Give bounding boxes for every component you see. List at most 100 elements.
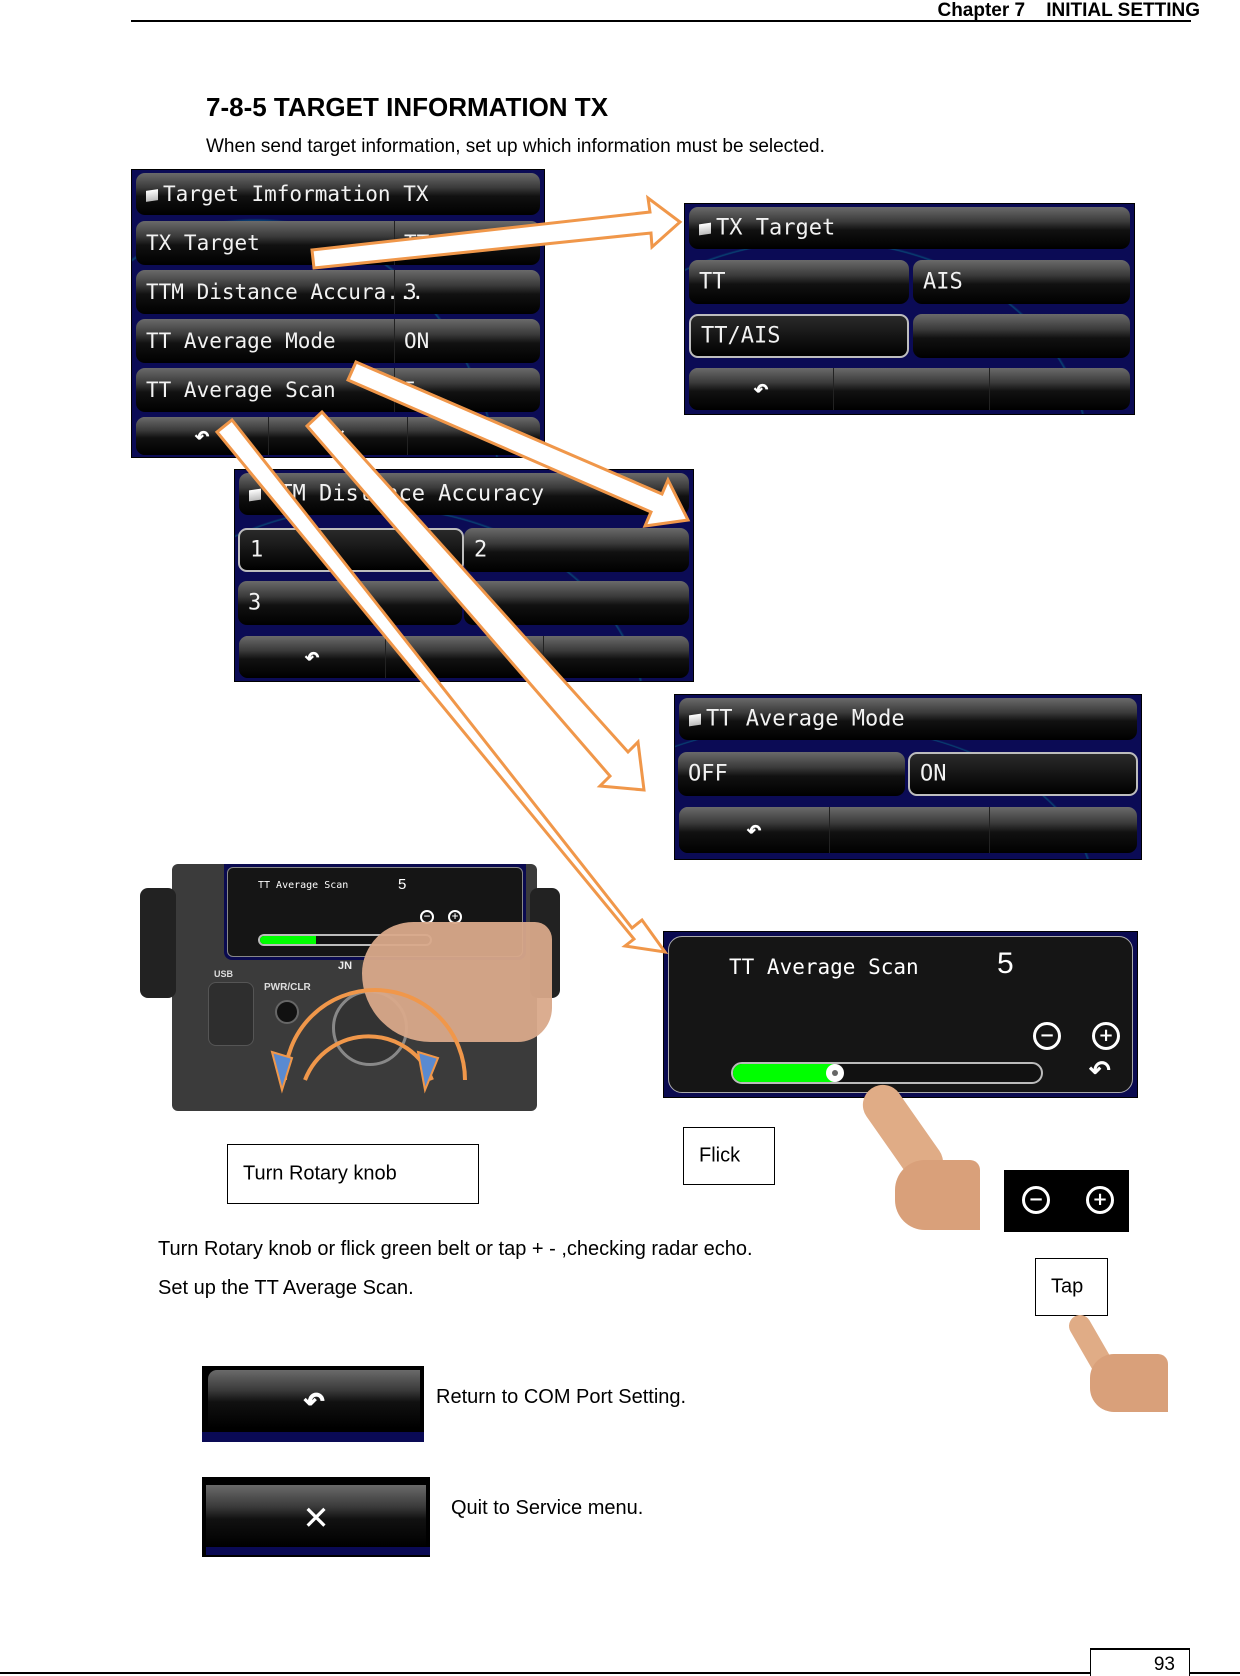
flick-hand-image	[835, 1077, 985, 1230]
flag-icon	[249, 488, 261, 501]
turn-knob-callout: Turn Rotary knob	[227, 1144, 479, 1204]
menu-row-tt-average-mode[interactable]: TT Average Mode ON	[136, 319, 540, 363]
page-number-box: 93	[1090, 1648, 1190, 1676]
device-screen-title: TT Average Scan	[258, 880, 349, 891]
panel-footer: ↶	[679, 807, 1137, 853]
option-label: OFF	[688, 761, 728, 787]
row-value: 5	[404, 378, 417, 402]
instruction-line-1: Turn Rotary knob or flick green belt or …	[158, 1238, 753, 1260]
callout-text: Turn Rotary knob	[243, 1162, 397, 1185]
usb-label: USB	[214, 969, 234, 979]
minus-icon: −	[1022, 1186, 1050, 1214]
close-icon: ✕	[303, 1493, 329, 1539]
legend-return-text: Return to COM Port Setting.	[436, 1386, 687, 1408]
back-icon: ↶	[194, 421, 210, 451]
option-empty[interactable]	[913, 314, 1130, 358]
chapter-header: Chapter 7 INITIAL SETTING	[937, 0, 1200, 21]
row-value: ON	[404, 329, 430, 353]
panel-title: TTM Distance Accuracy	[266, 481, 545, 507]
back-icon: ↶	[302, 1377, 326, 1421]
option-off[interactable]: OFF	[678, 752, 905, 796]
scan-title: TT Average Scan	[729, 955, 919, 979]
target-info-menu-panel: Target Imformation TX TX Target TT/AIS T…	[131, 169, 545, 458]
scan-slider-fill	[733, 1064, 835, 1082]
menu-title: Target Imformation TX	[163, 182, 429, 206]
back-button: ↶	[208, 1370, 420, 1428]
flick-callout: Flick	[683, 1127, 775, 1185]
close-icon: ✕	[330, 421, 346, 451]
panel-title: TX Target	[716, 215, 836, 241]
flag-icon	[699, 222, 711, 235]
close-button[interactable]: ✕	[269, 417, 407, 455]
option-ais[interactable]: AIS	[913, 260, 1130, 304]
option-label: 2	[474, 537, 488, 563]
left-knob	[140, 888, 176, 998]
menu-footer: ↶ ✕	[136, 417, 540, 455]
minus-icon: −	[1039, 1025, 1055, 1046]
back-button[interactable]: ↶	[136, 417, 268, 455]
option-2[interactable]: 2	[464, 528, 689, 572]
device-photo: TT Average Scan 5 − + USB PWR/CLR JN	[140, 864, 560, 1111]
footer-rule	[0, 1672, 1240, 1674]
pwr-clr-button	[275, 1000, 299, 1024]
ttm-distance-panel: TTM Distance Accuracy 1 2 3 ↶	[234, 469, 694, 682]
page-number: 93	[1153, 1654, 1175, 1675]
menu-row-tx-target[interactable]: TX Target TT/AIS	[136, 221, 540, 265]
callout-text: Flick	[699, 1144, 741, 1167]
flag-icon	[146, 188, 158, 202]
ttm-title-bar: TTM Distance Accuracy	[239, 473, 689, 515]
plus-icon: +	[1086, 1186, 1114, 1214]
option-on[interactable]: ON	[908, 752, 1138, 796]
option-label: TT	[699, 269, 726, 295]
row-value: TT/AIS	[404, 231, 480, 255]
back-button[interactable]: ↶	[679, 807, 829, 853]
plus-button[interactable]: +	[1092, 1022, 1120, 1050]
option-empty[interactable]	[464, 581, 689, 625]
back-icon: ↶	[1089, 1055, 1111, 1085]
flag-icon	[689, 713, 701, 726]
tt-average-mode-panel: TT Average Mode OFF ON ↶	[674, 694, 1142, 860]
tap-callout: Tap	[1035, 1258, 1108, 1316]
plus-minus-image: − +	[1004, 1170, 1129, 1232]
device-slider-fill	[260, 936, 317, 944]
tx-target-panel: TX Target TT AIS TT/AIS ↶	[684, 203, 1135, 415]
close-button: ✕	[206, 1485, 426, 1547]
back-icon: ↶	[304, 642, 320, 672]
back-icon: ↶	[753, 374, 769, 404]
legend-quit-text: Quit to Service menu.	[451, 1497, 644, 1519]
header-rule	[131, 20, 1191, 22]
option-label: AIS	[923, 269, 963, 295]
option-tt-ais[interactable]: TT/AIS	[689, 314, 909, 358]
quit-button-image: ✕	[202, 1477, 430, 1557]
tap-hand-image	[1055, 1311, 1170, 1414]
scan-slider-handle[interactable]	[825, 1064, 844, 1082]
device-screen-value: 5	[398, 876, 407, 893]
hand-image	[362, 922, 552, 1042]
option-3[interactable]: 3	[238, 581, 462, 625]
option-label: 3	[248, 590, 262, 616]
usb-cover	[208, 982, 254, 1046]
instruction-line-2: Set up the TT Average Scan.	[158, 1277, 414, 1299]
panel-footer: ↶	[239, 636, 689, 678]
panel-footer: ↶	[689, 368, 1130, 410]
menu-title-bar: Target Imformation TX	[136, 173, 540, 215]
minus-button[interactable]: −	[1033, 1022, 1061, 1050]
option-1[interactable]: 1	[238, 528, 464, 572]
row-label: TX Target	[146, 231, 260, 255]
back-button[interactable]: ↶	[239, 636, 385, 678]
option-tt[interactable]: TT	[689, 260, 909, 304]
brand-label: JN	[338, 960, 353, 972]
scan-value: 5	[997, 947, 1014, 980]
plus-icon: +	[1098, 1025, 1114, 1046]
menu-row-tt-average-scan[interactable]: TT Average Scan 5	[136, 368, 540, 412]
scan-slider[interactable]	[731, 1062, 1043, 1084]
row-label: TTM Distance Accura...	[146, 280, 425, 304]
back-button[interactable]: ↶	[1089, 1055, 1111, 1086]
tt-average-scan-panel: TT Average Scan 5 − + ↶	[663, 931, 1138, 1098]
option-label: TT/AIS	[701, 323, 781, 349]
menu-row-ttm-distance[interactable]: TTM Distance Accura... 3	[136, 270, 540, 314]
row-label: TT Average Mode	[146, 329, 336, 353]
back-icon: ↶	[746, 815, 762, 845]
back-button[interactable]: ↶	[689, 368, 833, 410]
option-label: 1	[250, 537, 264, 563]
